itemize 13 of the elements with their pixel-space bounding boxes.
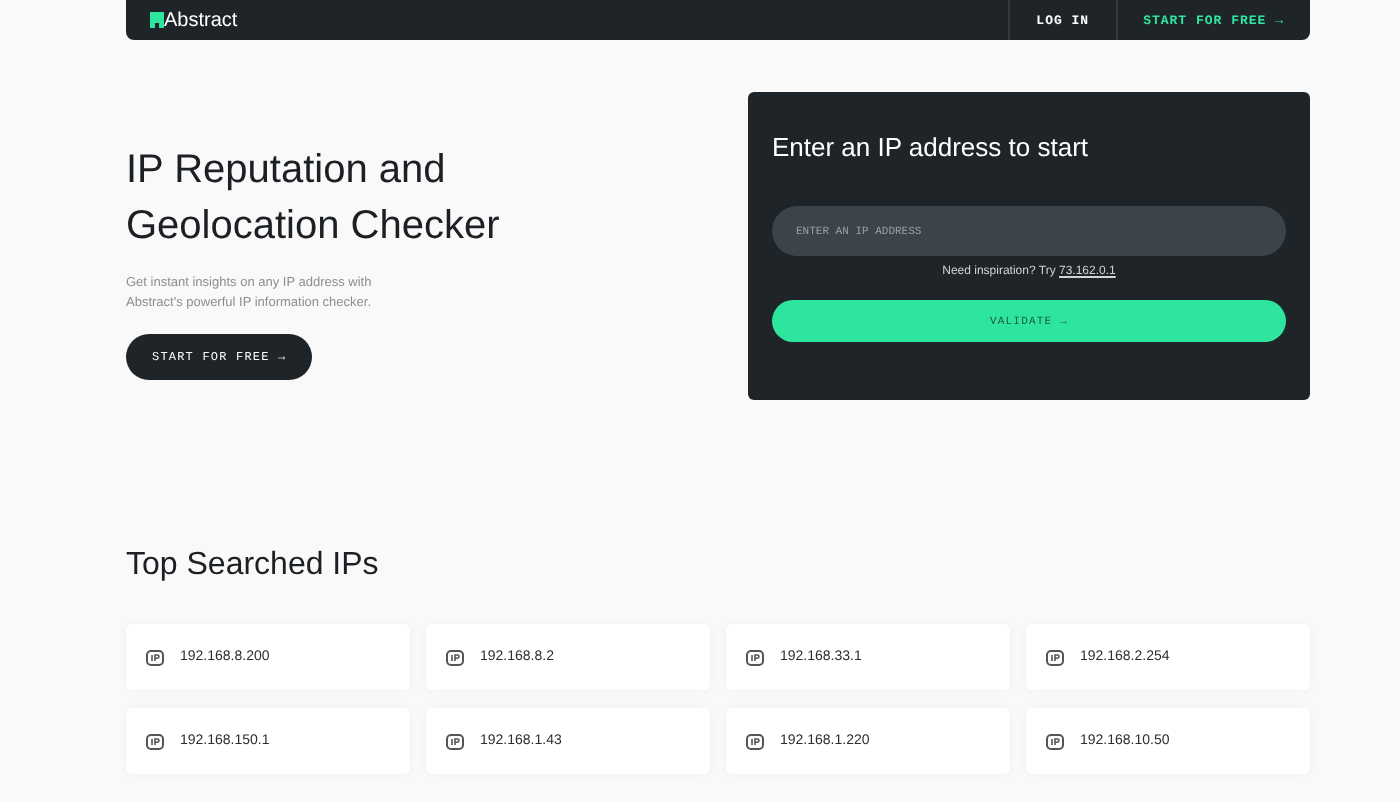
ip-icon	[446, 733, 464, 749]
page-title: IP Reputation and Geolocation Checker	[126, 146, 502, 252]
ip-icon	[1046, 733, 1064, 749]
logo-icon	[150, 12, 164, 28]
ip-icon	[746, 649, 764, 665]
logo-text: Abstract	[164, 9, 238, 31]
ip-icon	[146, 649, 164, 665]
card-title: Enter an IP address to start	[772, 132, 1091, 162]
ip-icon	[746, 733, 764, 749]
ip-icon	[1046, 649, 1064, 665]
section-heading: Top Searched IPs	[126, 548, 381, 584]
ip-icon	[446, 649, 464, 665]
ip-icon	[146, 733, 164, 749]
